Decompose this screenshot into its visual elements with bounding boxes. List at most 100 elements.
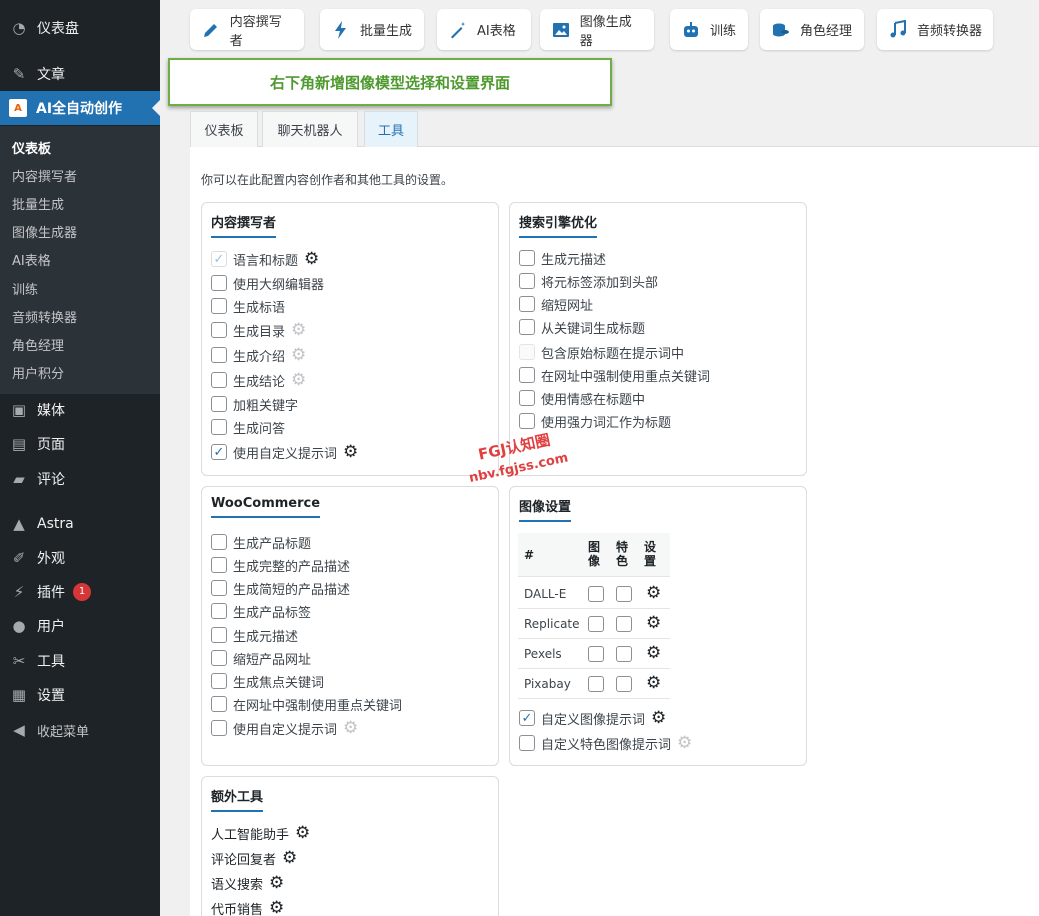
checkbox[interactable] <box>211 557 227 573</box>
option-row[interactable]: 使用大纲编辑器 <box>211 274 324 293</box>
toolbar-button-2[interactable]: AI表格 <box>437 9 531 50</box>
gear-icon[interactable]: ⚙ <box>343 719 358 737</box>
sidebar-item-pages[interactable]: ▤ 页面 <box>0 430 160 458</box>
option-row[interactable]: 自定义特色图像提示词 ⚙ <box>519 734 692 753</box>
option-row[interactable]: 使用自定义提示词 ⚙ <box>211 443 358 462</box>
option-row[interactable]: 使用情感在标题中 <box>519 389 645 408</box>
option-row[interactable]: 使用自定义提示词 ⚙ <box>211 719 358 738</box>
submenu-item-0[interactable]: 仪表板 <box>12 138 51 157</box>
checkbox[interactable] <box>211 444 227 460</box>
toolbar-button-6[interactable]: 音频转换器 <box>877 9 993 50</box>
tool-row[interactable]: 语义搜索 ⚙ <box>211 874 284 894</box>
gear-icon[interactable]: ⚙ <box>343 443 358 461</box>
image-checkbox[interactable] <box>588 585 604 602</box>
tool-row[interactable]: 代币销售 ⚙ <box>211 899 284 916</box>
toolbar-button-5[interactable]: 角色经理 <box>760 9 864 50</box>
option-row[interactable]: 从关键词生成标题 <box>519 318 645 337</box>
checkbox[interactable] <box>519 710 535 726</box>
checkbox[interactable] <box>519 273 535 289</box>
sidebar-item-tools[interactable]: ✂ 工具 <box>0 647 160 675</box>
option-row[interactable]: 生成问答 <box>211 418 285 437</box>
option-row[interactable]: 在网址中强制使用重点关键词 <box>519 366 710 385</box>
option-row[interactable]: 生成目录 ⚙ <box>211 321 306 340</box>
option-row[interactable]: 生成元描述 <box>519 249 606 268</box>
featured-checkbox[interactable] <box>616 675 632 692</box>
option-row[interactable]: 缩短产品网址 <box>211 649 311 668</box>
checkbox[interactable] <box>519 735 535 751</box>
submenu-item-3[interactable]: 图像生成器 <box>12 222 77 241</box>
checkbox[interactable] <box>211 534 227 550</box>
checkbox[interactable] <box>211 580 227 596</box>
image-checkbox[interactable] <box>588 615 604 632</box>
gear-icon[interactable]: ⚙ <box>282 850 297 867</box>
tab-0[interactable]: 仪表板 <box>190 111 258 147</box>
tab-2[interactable]: 工具 <box>364 111 418 147</box>
option-row[interactable]: 生成简短的产品描述 <box>211 579 350 598</box>
tool-row[interactable]: 人工智能助手 ⚙ <box>211 824 310 844</box>
checkbox[interactable] <box>211 372 227 388</box>
option-row[interactable]: 使用强力词汇作为标题 <box>519 412 671 431</box>
checkbox[interactable] <box>519 296 535 312</box>
submenu-item-7[interactable]: 角色经理 <box>12 335 64 354</box>
option-row[interactable]: 自定义图像提示词 ⚙ <box>519 709 666 728</box>
sidebar-item-ai[interactable]: A AI全自动创作 <box>0 91 160 125</box>
option-row[interactable]: 生成结论 ⚙ <box>211 371 306 390</box>
toolbar-button-4[interactable]: 训练 <box>670 9 748 50</box>
gear-icon[interactable]: ⚙ <box>646 615 661 632</box>
checkbox[interactable] <box>211 419 227 435</box>
checkbox[interactable] <box>211 347 227 363</box>
sidebar-item-dashboard[interactable]: ◔ 仪表盘 <box>0 14 160 42</box>
option-row[interactable]: 生成元描述 <box>211 626 298 645</box>
submenu-item-8[interactable]: 用户积分 <box>12 363 64 382</box>
checkbox[interactable] <box>211 673 227 689</box>
checkbox[interactable] <box>519 250 535 266</box>
gear-icon[interactable]: ⚙ <box>291 346 306 364</box>
option-row[interactable]: 在网址中强制使用重点关键词 <box>211 695 402 714</box>
gear-icon[interactable]: ⚙ <box>646 675 661 692</box>
checkbox[interactable] <box>519 367 535 383</box>
option-row[interactable]: 生成焦点关键词 <box>211 672 324 691</box>
gear-icon[interactable]: ⚙ <box>295 825 310 842</box>
gear-icon[interactable]: ⚙ <box>677 734 692 752</box>
image-checkbox[interactable] <box>588 645 604 662</box>
sidebar-item-astra[interactable]: ▲ Astra <box>0 510 160 538</box>
submenu-item-1[interactable]: 内容撰写者 <box>12 166 77 185</box>
submenu-item-5[interactable]: 训练 <box>12 279 38 298</box>
sidebar-item-plugins[interactable]: ⚡ 插件 1 <box>0 578 160 606</box>
sidebar-item-collapse[interactable]: ◀ 收起菜单 <box>0 716 160 744</box>
image-checkbox[interactable] <box>588 675 604 692</box>
checkbox[interactable] <box>211 650 227 666</box>
checkbox[interactable] <box>519 413 535 429</box>
gear-icon[interactable]: ⚙ <box>269 875 284 892</box>
featured-checkbox[interactable] <box>616 645 632 662</box>
sidebar-item-posts[interactable]: ✎ 文章 <box>0 60 160 88</box>
gear-icon[interactable]: ⚙ <box>304 250 319 268</box>
checkbox[interactable] <box>211 396 227 412</box>
gear-icon[interactable]: ⚙ <box>651 709 666 727</box>
featured-checkbox[interactable] <box>616 615 632 632</box>
sidebar-item-comments[interactable]: ▰ 评论 <box>0 465 160 493</box>
sidebar-item-media[interactable]: ▣ 媒体 <box>0 396 160 424</box>
gear-icon[interactable]: ⚙ <box>269 900 284 916</box>
checkbox[interactable] <box>211 298 227 314</box>
tool-row[interactable]: 评论回复者 ⚙ <box>211 849 297 869</box>
tab-1[interactable]: 聊天机器人 <box>262 111 358 147</box>
option-row[interactable]: 生成完整的产品描述 <box>211 556 350 575</box>
sidebar-item-settings[interactable]: ▦ 设置 <box>0 681 160 709</box>
option-row[interactable]: 生成标语 <box>211 297 285 316</box>
checkbox[interactable] <box>211 603 227 619</box>
gear-icon[interactable]: ⚙ <box>646 645 661 662</box>
submenu-item-4[interactable]: AI表格 <box>12 250 51 269</box>
checkbox[interactable] <box>519 319 535 335</box>
option-row[interactable]: 将元标签添加到头部 <box>519 272 658 291</box>
checkbox[interactable] <box>211 696 227 712</box>
option-row[interactable]: 生成产品标签 <box>211 602 311 621</box>
checkbox[interactable] <box>211 251 227 267</box>
option-row[interactable]: 缩短网址 <box>519 295 593 314</box>
checkbox[interactable] <box>211 627 227 643</box>
toolbar-button-1[interactable]: 批量生成 <box>320 9 424 50</box>
checkbox[interactable] <box>211 322 227 338</box>
checkbox[interactable] <box>211 275 227 291</box>
gear-icon[interactable]: ⚙ <box>646 585 661 602</box>
sidebar-item-users[interactable]: ● 用户 <box>0 612 160 640</box>
